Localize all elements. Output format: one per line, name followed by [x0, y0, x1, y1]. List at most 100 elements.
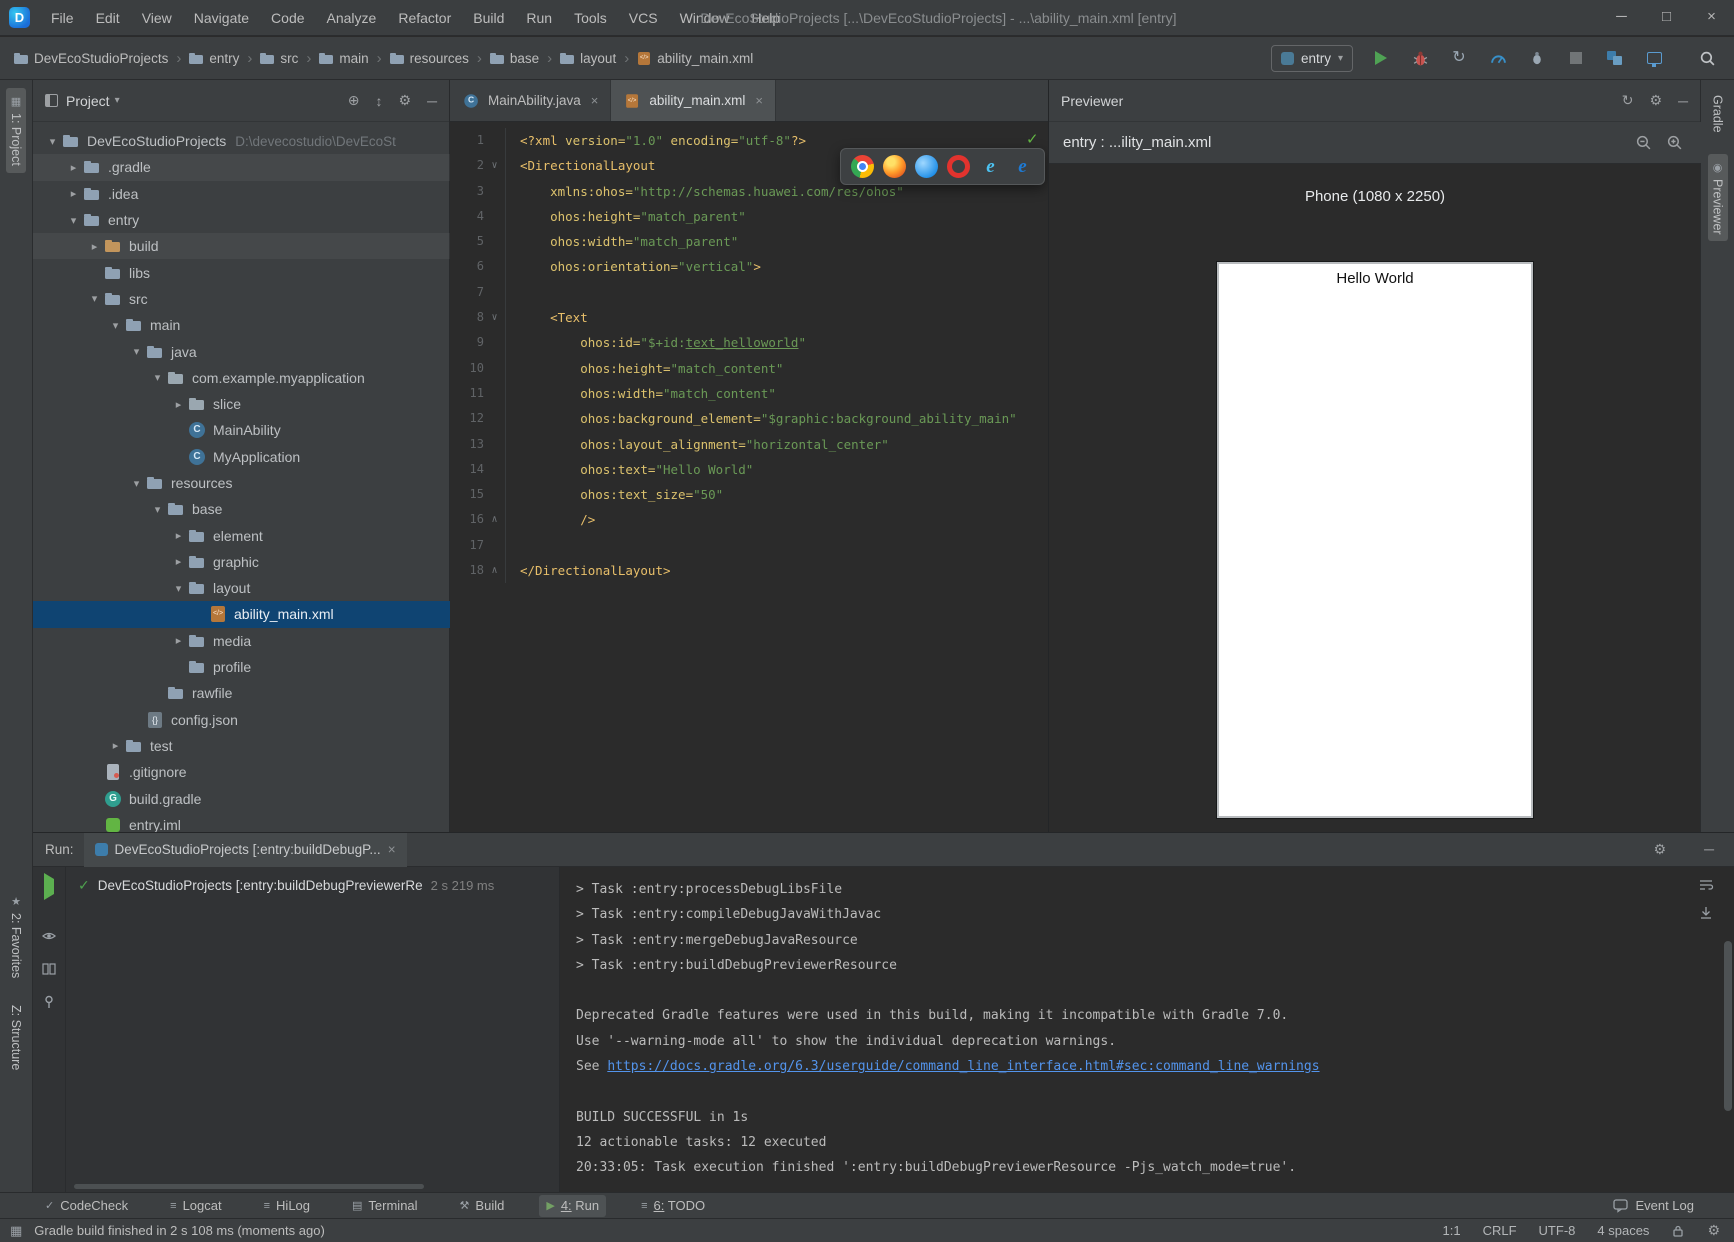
tree-collapsed-arrow[interactable]: ▸	[169, 398, 188, 411]
sidebar-tab-structure[interactable]: Z: Structure	[0, 998, 32, 1077]
locate-file-icon[interactable]: ⊕	[348, 92, 360, 109]
toolwindow-button-terminal[interactable]: ▤ Terminal	[345, 1195, 425, 1217]
tree-item-DevEcoStudioProjects[interactable]: ▾ DevEcoStudioProjects D:\devecostudio\Dev…	[33, 128, 450, 154]
zoom-out-icon[interactable]	[1635, 134, 1652, 151]
breadcrumb-item-DevEcoStudioProjects[interactable]: DevEcoStudioProjects	[14, 51, 168, 66]
tree-item-base[interactable]: ▾ base	[33, 496, 450, 522]
toolwindow-button-4-run[interactable]: ▶ 4: Run	[539, 1194, 607, 1217]
pin-icon[interactable]	[41, 994, 57, 1010]
soft-wrap-icon[interactable]	[1698, 877, 1714, 893]
tree-expanded-arrow[interactable]: ▾	[85, 292, 104, 305]
zoom-in-icon[interactable]	[1666, 134, 1683, 151]
breadcrumb-item-resources[interactable]: resources	[389, 51, 469, 66]
fold-marker-icon[interactable]: ∨	[484, 153, 506, 179]
tab-mainability-java[interactable]: MainAbility.java ×	[450, 80, 612, 121]
toolwindow-button-hilog[interactable]: ≡ HiLog	[257, 1195, 317, 1217]
tree-expanded-arrow[interactable]: ▾	[43, 135, 62, 148]
tree-expanded-arrow[interactable]: ▾	[148, 503, 167, 516]
tree-item-test[interactable]: ▸ test	[33, 733, 450, 759]
tree-item-entry[interactable]: ▾ entry	[33, 207, 450, 233]
menu-refactor[interactable]: Refactor	[387, 0, 462, 36]
tree-item-element[interactable]: ▸ element	[33, 522, 450, 548]
tree-collapsed-arrow[interactable]: ▸	[169, 555, 188, 568]
stop-button[interactable]	[1565, 47, 1587, 69]
menu-run[interactable]: Run	[515, 0, 563, 36]
menu-file[interactable]: File	[40, 0, 85, 36]
show-passed-icon[interactable]	[41, 928, 57, 944]
menu-analyze[interactable]: Analyze	[316, 0, 388, 36]
close-tab-icon[interactable]: ×	[755, 93, 763, 108]
settings-gear-icon[interactable]: ⚙	[1650, 92, 1663, 109]
run-button[interactable]	[1370, 47, 1392, 69]
project-structure-button[interactable]	[1604, 47, 1626, 69]
menu-tools[interactable]: Tools	[563, 0, 618, 36]
fold-marker-icon[interactable]: ∨	[484, 305, 506, 331]
tree-item-build[interactable]: ▸ build	[33, 233, 450, 260]
refresh-icon[interactable]: ↻	[1622, 92, 1634, 109]
code-editor[interactable]: 1 <?xml version="1.0" encoding="utf-8"?> 2…	[450, 122, 1048, 832]
settings-gear-icon[interactable]: ⚙	[399, 92, 412, 109]
tree-collapsed-arrow[interactable]: ▸	[169, 634, 188, 647]
sidebar-tab-project[interactable]: ▦ 1: Project	[6, 88, 26, 173]
collapse-all-icon[interactable]: ↕	[376, 93, 383, 109]
tree-item-rawfile[interactable]: rawfile	[33, 680, 450, 706]
settings-gear-icon[interactable]: ⚙	[1654, 841, 1667, 858]
sidebar-tab-previewer[interactable]: ◉ Previewer	[1707, 153, 1728, 242]
maximize-button[interactable]: □	[1644, 0, 1689, 36]
chevron-down-icon[interactable]: ▾	[115, 95, 120, 106]
tree-item-resources[interactable]: ▾ resources	[33, 470, 450, 496]
breadcrumb-item-main[interactable]: main	[319, 51, 369, 66]
fold-marker-icon[interactable]: ∧	[484, 558, 506, 584]
sidebar-tab-favorites[interactable]: ★ 2: Favorites	[0, 888, 32, 985]
vertical-scrollbar[interactable]	[1724, 941, 1732, 1111]
tree-item-.gitignore[interactable]: .gitignore	[33, 759, 450, 785]
search-everywhere-button[interactable]	[1696, 47, 1718, 69]
tree-item-entry.iml[interactable]: entry.iml	[33, 812, 450, 832]
tree-expanded-arrow[interactable]: ▾	[169, 582, 188, 595]
tree-item-com.example.myapplication[interactable]: ▾ com.example.myapplication	[33, 365, 450, 391]
browser-icon[interactable]	[915, 155, 938, 178]
tree-collapsed-arrow[interactable]: ▸	[169, 529, 188, 542]
chrome-browser-icon[interactable]	[851, 155, 874, 178]
edge-browser-icon[interactable]: e	[1011, 155, 1034, 178]
encoding-widget[interactable]: UTF-8	[1539, 1223, 1576, 1238]
menu-build[interactable]: Build	[462, 0, 515, 36]
menu-view[interactable]: View	[131, 0, 183, 36]
coverage-button[interactable]: ↻	[1448, 47, 1470, 69]
tree-expanded-arrow[interactable]: ▾	[64, 214, 83, 227]
tree-item-ability_main.xml[interactable]: ability_main.xml	[33, 601, 450, 628]
toolwindow-button-build[interactable]: ⚒ Build	[453, 1195, 512, 1217]
tree-item-slice[interactable]: ▸ slice	[33, 391, 450, 417]
tool-window-switcher-icon[interactable]: ▦	[10, 1223, 22, 1239]
close-tab-icon[interactable]: ×	[388, 842, 396, 857]
tree-item-build.gradle[interactable]: build.gradle	[33, 785, 450, 811]
hide-panel-icon[interactable]: ─	[427, 93, 437, 109]
fold-marker-icon[interactable]: ∧	[484, 507, 506, 533]
build-console[interactable]: > Task :entry:processDebugLibsFile > Task…	[560, 867, 1734, 1193]
menu-code[interactable]: Code	[260, 0, 315, 36]
hide-panel-icon[interactable]: ─	[1704, 841, 1714, 858]
tree-item-libs[interactable]: libs	[33, 259, 450, 285]
settings-gear-icon[interactable]: ⚙	[1707, 1222, 1720, 1239]
run-task-row[interactable]: ✓ DevEcoStudioProjects [:entry:buildDebu…	[78, 877, 559, 894]
profiler-button[interactable]	[1487, 47, 1509, 69]
sidebar-tab-gradle[interactable]: Gradle	[1708, 88, 1728, 140]
breadcrumb-item-layout[interactable]: layout	[560, 51, 616, 66]
indent-widget[interactable]: 4 spaces	[1597, 1223, 1649, 1238]
debug-button[interactable]	[1409, 47, 1431, 69]
rerun-button[interactable]	[44, 873, 54, 900]
tree-expanded-arrow[interactable]: ▾	[127, 345, 146, 358]
tree-item-src[interactable]: ▾ src	[33, 286, 450, 312]
inspections-ok-icon[interactable]: ✓	[1026, 130, 1039, 148]
run-config-select[interactable]: entry ▾	[1270, 44, 1353, 72]
tree-item-.idea[interactable]: ▸ .idea	[33, 181, 450, 207]
menu-edit[interactable]: Edit	[85, 0, 131, 36]
attach-debugger-button[interactable]	[1526, 47, 1548, 69]
tab-ability-main-xml[interactable]: ability_main.xml ×	[611, 80, 777, 121]
tree-collapsed-arrow[interactable]: ▸	[64, 161, 83, 174]
close-tab-icon[interactable]: ×	[591, 93, 599, 108]
tree-item-MyApplication[interactable]: MyApplication	[33, 444, 450, 470]
tree-expanded-arrow[interactable]: ▾	[148, 371, 167, 384]
lock-icon[interactable]	[1671, 1224, 1685, 1238]
menu-navigate[interactable]: Navigate	[183, 0, 260, 36]
